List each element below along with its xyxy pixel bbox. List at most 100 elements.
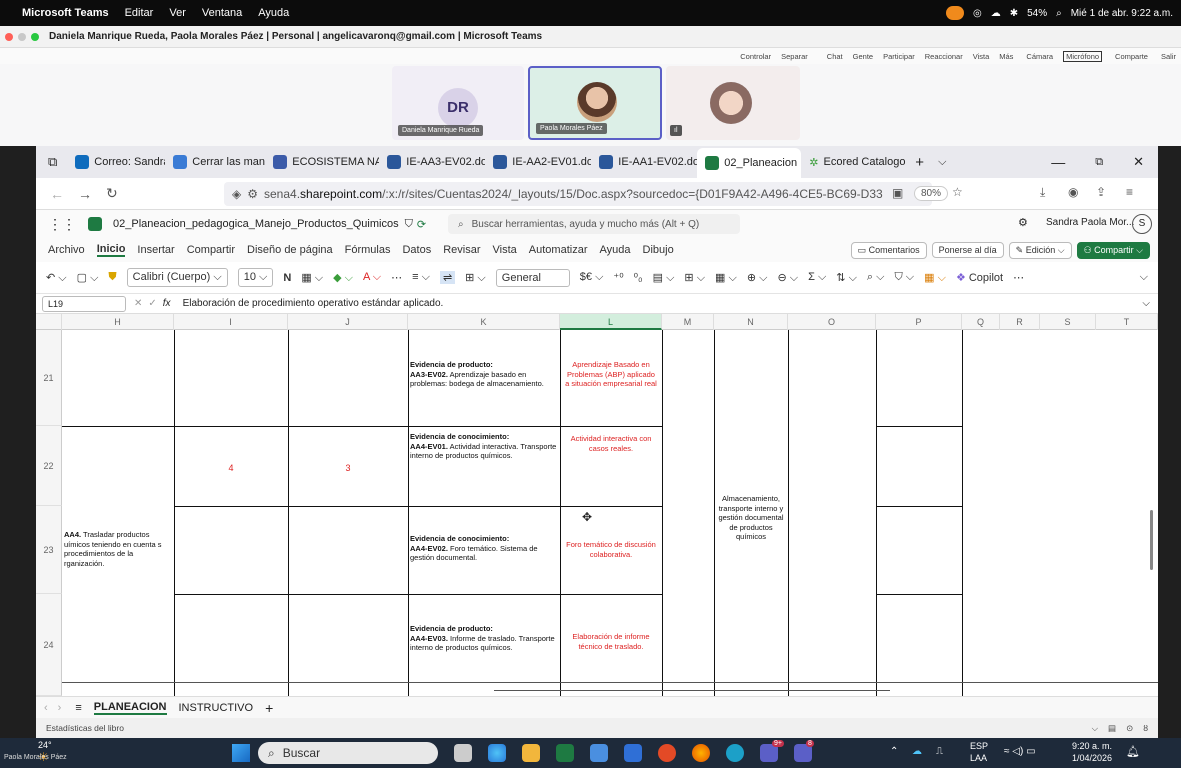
search-icon[interactable]: ⌕: [1056, 8, 1062, 19]
undo-icon[interactable]: ↶ ⌵: [46, 271, 67, 285]
shield-icon[interactable]: ◈: [232, 187, 241, 201]
catch-up-button[interactable]: Ponerse al día: [931, 242, 1004, 258]
find-icon[interactable]: ⌕ ⌵: [867, 271, 885, 284]
tab-cerrar[interactable]: Cerrar las manos: [165, 148, 265, 176]
vertical-scrollbar[interactable]: [1150, 510, 1153, 570]
editing-mode-button[interactable]: ✎ Edición ⌵: [1008, 241, 1072, 259]
row-header[interactable]: 21: [36, 330, 62, 426]
status-menu-icon[interactable]: ⌵: [1092, 723, 1098, 734]
recording-indicator-icon[interactable]: [945, 6, 964, 20]
conditional-format-icon[interactable]: ▤ ⌵: [653, 271, 675, 285]
taskbar-time[interactable]: 9:20 a. m.: [1072, 741, 1112, 751]
excel-search-input[interactable]: ⌕ Buscar herramientas, ayuda y mucho más …: [448, 214, 740, 234]
ribbon-tab-compartir[interactable]: Compartir: [187, 244, 235, 256]
mic-icon[interactable]: ⎍: [936, 746, 943, 757]
tab-overview-icon[interactable]: ⧉: [48, 154, 57, 170]
ribbon-tab-formulas[interactable]: Fórmulas: [345, 244, 391, 256]
cell-k22[interactable]: Evidencia de conocimiento: AA4-EV01. Acti…: [410, 432, 558, 461]
settings-gear-icon[interactable]: ⚙: [1018, 216, 1028, 229]
cancel-entry-icon[interactable]: ✕: [134, 298, 142, 309]
close-window-icon[interactable]: [5, 32, 13, 41]
cell-k24[interactable]: Evidencia de producto: AA4-EV03. Informe …: [410, 624, 558, 653]
sheet-tab-instructivo[interactable]: INSTRUCTIVO: [179, 702, 254, 714]
merge-icon[interactable]: ⊞ ⌵: [465, 271, 486, 285]
decimal-decrease-icon[interactable]: ⁰₀: [634, 271, 643, 284]
delete-cells-icon[interactable]: ⊖ ⌵: [777, 271, 798, 285]
row-header[interactable]: 24: [36, 594, 62, 696]
participant-tile-pmp[interactable]: Paola Morales Páez: [528, 66, 662, 140]
tab-ecored[interactable]: ✲ Ecored Catalogo: [801, 148, 905, 176]
more-button[interactable]: Más: [999, 52, 1013, 61]
zoom-level[interactable]: 80%: [914, 186, 949, 201]
font-color-icon[interactable]: A ⌵: [363, 271, 381, 284]
firefox-icon[interactable]: [692, 744, 710, 762]
column-header[interactable]: H: [62, 314, 174, 330]
wrap-text-icon[interactable]: ⇌: [439, 271, 456, 284]
onedrive-icon[interactable]: ☁: [912, 746, 922, 757]
cell-i22[interactable]: 4: [174, 463, 288, 474]
row-header[interactable]: 22: [36, 426, 62, 506]
expand-formula-icon[interactable]: ⌵: [1142, 298, 1150, 309]
font-family-select[interactable]: Calibri (Cuerpo) ⌵: [126, 268, 228, 287]
menu-ver[interactable]: Ver: [169, 7, 186, 19]
tab-aa1[interactable]: IE-AA1-EV02.doc: [591, 148, 697, 176]
windows-start-icon[interactable]: [232, 744, 250, 762]
column-header[interactable]: Q: [962, 314, 1000, 330]
cell-h23[interactable]: AA4. Trasladar productos uímicos teniend…: [64, 530, 172, 568]
ribbon-tab-vista[interactable]: Vista: [493, 244, 517, 256]
taskbar-search[interactable]: ⌕ Buscar: [258, 742, 438, 764]
tab-aa3[interactable]: IE-AA3-EV02.doc: [379, 148, 485, 176]
reload-icon[interactable]: ↻: [106, 185, 118, 202]
app-launcher-icon[interactable]: ⋮⋮: [48, 216, 76, 233]
notifications-icon[interactable]: 🔔︎: [1126, 745, 1140, 758]
sensitivity-icon[interactable]: ⛉ ⌵: [894, 271, 914, 284]
raise-hand-button[interactable]: Participar: [883, 52, 915, 61]
ribbon-tab-revisar[interactable]: Revisar: [443, 244, 480, 256]
cell-k23[interactable]: Evidencia de conocimiento: AA4-EV02. Foro…: [410, 534, 558, 563]
help-icon[interactable]: ⊙: [1126, 723, 1133, 734]
extensions-icon[interactable]: ⇪: [1096, 185, 1106, 199]
align-icon[interactable]: ≡ ⌵: [412, 271, 430, 284]
fill-color-icon[interactable]: ◆ ⌵: [333, 271, 353, 285]
separate-button[interactable]: Separar: [781, 52, 808, 61]
share-button[interactable]: ⚇ Compartir ⌵: [1076, 241, 1150, 259]
ribbon-tab-inicio[interactable]: Inicio: [96, 243, 126, 257]
bluetooth-icon[interactable]: ✱: [1010, 8, 1018, 19]
more-font-icon[interactable]: ⋯: [391, 271, 402, 284]
tab-list-icon[interactable]: ⌵: [938, 156, 946, 169]
excel-taskbar-icon[interactable]: [556, 744, 574, 762]
minimize-window-icon[interactable]: [18, 32, 26, 41]
cell-styles-icon[interactable]: ▦ ⌵: [715, 271, 737, 285]
currency-icon[interactable]: $€ ⌵: [580, 271, 604, 284]
view-button[interactable]: Vista: [973, 52, 990, 61]
user-avatar[interactable]: S: [1132, 214, 1152, 234]
ribbon-tab-archivo[interactable]: Archivo: [48, 244, 85, 256]
chat-button[interactable]: Chat: [827, 52, 843, 61]
column-header[interactable]: L: [560, 314, 662, 330]
react-button[interactable]: Reaccionar: [925, 52, 963, 61]
column-header[interactable]: J: [288, 314, 408, 330]
close-icon[interactable]: ✕: [1133, 154, 1144, 170]
reader-icon[interactable]: ▣: [892, 186, 903, 200]
tab-correo[interactable]: Correo: Sandra P: [67, 148, 165, 176]
column-header[interactable]: T: [1096, 314, 1158, 330]
maximize-window-icon[interactable]: [31, 32, 39, 41]
tab-aa2[interactable]: IE-AA2-EV01.doc: [485, 148, 591, 176]
sheet-tab-planeacion[interactable]: PLANEACION: [93, 701, 167, 715]
view-icon[interactable]: ▤: [1108, 723, 1116, 734]
clipboard-icon[interactable]: ▢ ⌵: [77, 271, 99, 285]
leave-button[interactable]: Salir: [1161, 52, 1176, 61]
bold-icon[interactable]: N: [283, 272, 291, 284]
name-box[interactable]: L19: [42, 295, 126, 312]
ribbon-expand-icon[interactable]: ⌵: [1140, 271, 1148, 284]
edge-icon[interactable]: [488, 744, 506, 762]
function-icon[interactable]: fx: [163, 298, 171, 309]
weather-temp[interactable]: 24°: [38, 740, 52, 750]
ribbon-tab-ayuda[interactable]: Ayuda: [600, 244, 631, 256]
column-header[interactable]: I: [174, 314, 288, 330]
cloud-icon[interactable]: ☁: [991, 8, 1001, 19]
minimize-icon[interactable]: —: [1051, 154, 1065, 170]
tab-planeacion[interactable]: 02_Planeacion✕: [697, 148, 802, 178]
file-explorer-icon[interactable]: [522, 744, 540, 762]
self-view-tile[interactable]: ıl: [666, 66, 800, 140]
